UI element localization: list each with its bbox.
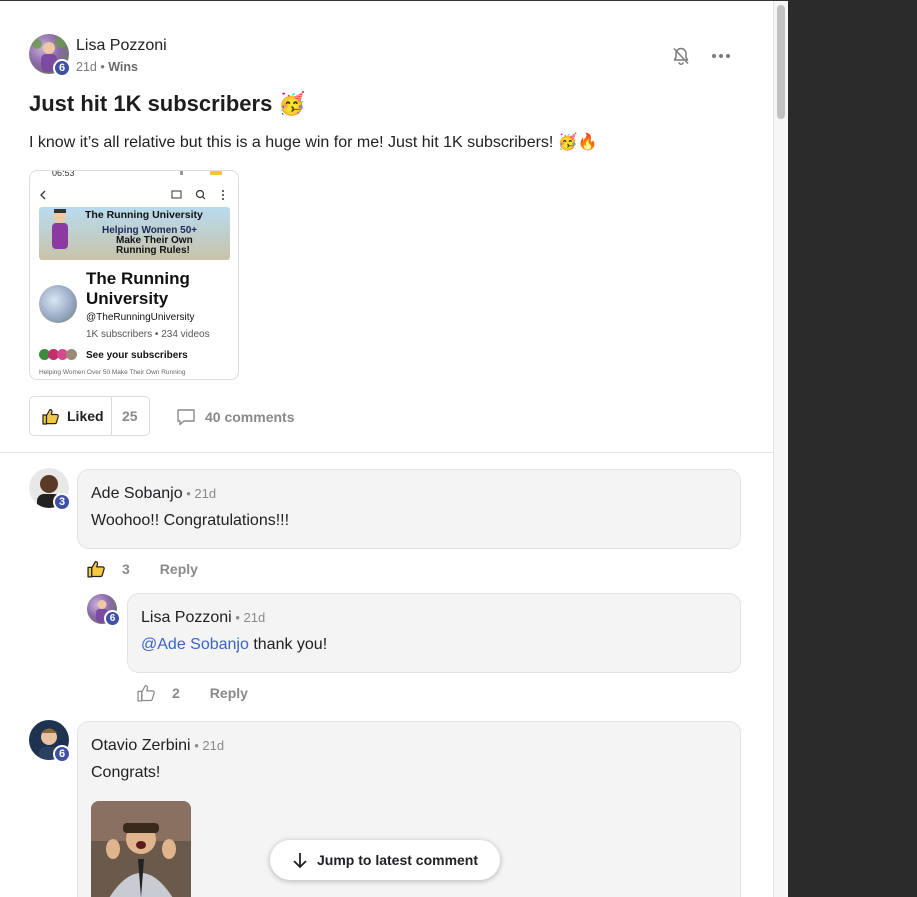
post-title: Just hit 1K subscribers 🥳 bbox=[29, 91, 306, 116]
banner-line-1: The Running University bbox=[85, 209, 203, 221]
channel-stats: 1K subscribers • 234 videos bbox=[86, 329, 210, 340]
like-divider bbox=[111, 397, 112, 435]
more-horizontal-icon[interactable] bbox=[710, 45, 732, 67]
comment-author[interactable]: Ade Sobanjo • 21d bbox=[91, 485, 216, 503]
level-badge: 6 bbox=[53, 745, 71, 763]
meta-separator: • bbox=[96, 60, 109, 74]
comment-like-count: 2 bbox=[172, 685, 180, 701]
comment-age: • 21d bbox=[231, 610, 266, 625]
commenter-avatar[interactable]: 3 bbox=[29, 468, 75, 514]
comment-bubble: Lisa Pozzoni • 21d @Ade Sobanjo thank yo… bbox=[127, 593, 741, 673]
level-badge: 6 bbox=[104, 610, 121, 627]
comment-actions: 3 Reply bbox=[87, 559, 198, 579]
commenter-avatar[interactable]: 6 bbox=[87, 594, 123, 630]
post-panel: 6 Lisa Pozzoni 21d • Wins Just hit 1K su… bbox=[0, 0, 788, 897]
thumbs-up-filled-icon bbox=[42, 408, 59, 425]
comment-icon bbox=[177, 409, 195, 426]
post-body: I know it’s all relative but this is a h… bbox=[29, 134, 598, 151]
subscriber-avatars bbox=[39, 349, 77, 360]
comment-author[interactable]: Lisa Pozzoni • 21d bbox=[141, 609, 265, 627]
level-badge: 6 bbox=[53, 59, 71, 77]
see-subscribers-link: See your subscribers bbox=[86, 350, 188, 361]
like-count[interactable]: 25 bbox=[122, 408, 138, 424]
like-button[interactable]: Liked 25 bbox=[29, 396, 150, 436]
author-avatar[interactable]: 6 bbox=[29, 34, 71, 78]
commenter-avatar[interactable]: 6 bbox=[29, 720, 75, 766]
banner-line-4: Running Rules! bbox=[116, 245, 190, 256]
jump-label: Jump to latest comment bbox=[316, 852, 479, 868]
post-age: 21d bbox=[76, 60, 97, 74]
comment-bubble: Ade Sobanjo • 21d Woohoo!! Congratulatio… bbox=[77, 469, 741, 549]
post-category[interactable]: Wins bbox=[108, 60, 138, 74]
comments-count-label: 40 comments bbox=[205, 409, 295, 425]
arrow-down-icon bbox=[293, 853, 307, 869]
thumbs-up-filled-icon[interactable] bbox=[87, 560, 106, 578]
comment-text: Congrats! bbox=[91, 764, 161, 781]
comment-text: @Ade Sobanjo thank you! bbox=[141, 636, 327, 654]
reply-button[interactable]: Reply bbox=[160, 561, 198, 577]
comment-gif-image[interactable] bbox=[91, 801, 191, 897]
channel-tagline: Helping Women Over 50 Make Their Own Run… bbox=[39, 369, 186, 376]
bell-off-icon[interactable] bbox=[671, 46, 691, 66]
channel-handle: @TheRunningUniversity bbox=[86, 312, 195, 323]
level-badge: 3 bbox=[53, 493, 71, 511]
post-meta: 21d • Wins bbox=[76, 60, 138, 74]
channel-name-line-2: University bbox=[86, 289, 169, 308]
comment-age: • 21d bbox=[182, 486, 217, 501]
post-image-attachment[interactable]: 06:53 The Running University Helping Wom… bbox=[29, 170, 239, 380]
jump-to-latest-button[interactable]: Jump to latest comment bbox=[270, 840, 500, 880]
scrollbar-thumb[interactable] bbox=[777, 5, 785, 119]
comment-actions: 2 Reply bbox=[137, 683, 248, 703]
comment-text: Woohoo!! Congratulations!!! bbox=[91, 512, 290, 529]
comment-like-count: 3 bbox=[122, 561, 130, 577]
channel-avatar bbox=[39, 285, 77, 323]
comment-age: • 21d bbox=[190, 738, 225, 753]
comment-author-name[interactable]: Ade Sobanjo bbox=[91, 485, 183, 502]
channel-name-line-1: The Running bbox=[86, 269, 190, 288]
scrollbar-track[interactable] bbox=[773, 1, 788, 897]
reply-button[interactable]: Reply bbox=[210, 685, 248, 701]
comment-author-name[interactable]: Otavio Zerbini bbox=[91, 737, 191, 754]
comment-text-rest: thank you! bbox=[248, 636, 328, 653]
liked-label: Liked bbox=[67, 408, 104, 424]
comment-author-name[interactable]: Lisa Pozzoni bbox=[141, 609, 232, 626]
comments-count-button[interactable]: 40 comments bbox=[176, 406, 294, 428]
user-mention-link[interactable]: @Ade Sobanjo bbox=[141, 636, 249, 653]
post-author-name[interactable]: Lisa Pozzoni bbox=[76, 37, 167, 55]
post-divider bbox=[0, 452, 773, 453]
thumbs-up-outline-icon[interactable] bbox=[137, 684, 156, 702]
comment-author[interactable]: Otavio Zerbini • 21d bbox=[91, 737, 224, 755]
